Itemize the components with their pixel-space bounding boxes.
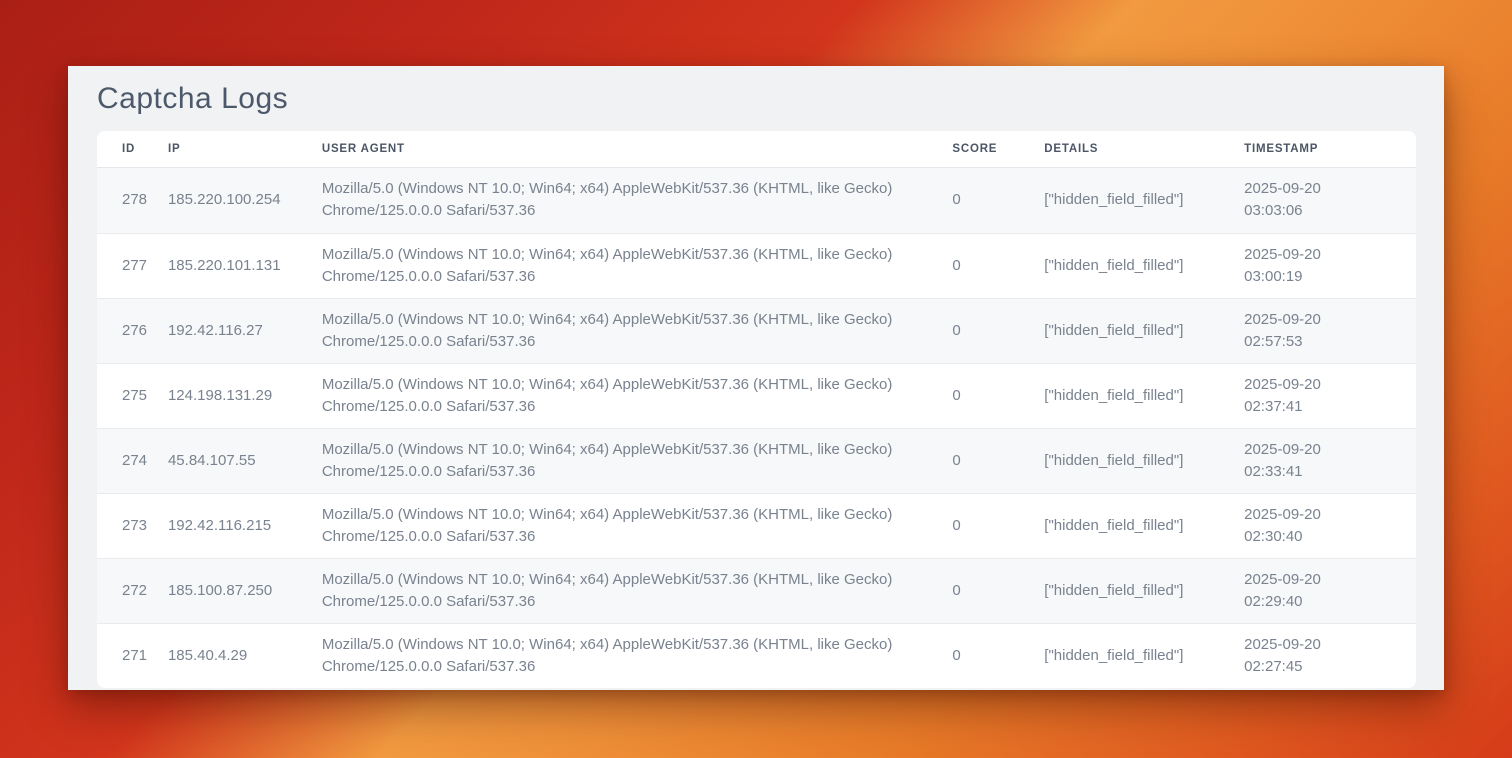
cell-timestamp: 2025-09-20 03:03:06 (1244, 178, 1416, 222)
cell-timestamp: 2025-09-20 03:00:19 (1244, 244, 1416, 288)
cell-timestamp: 2025-09-20 02:30:40 (1244, 504, 1416, 548)
table-row: 273 192.42.116.215 Mozilla/5.0 (Windows … (97, 493, 1416, 558)
captcha-logs-table: ID IP USER AGENT SCORE DETAILS TIMESTAMP… (97, 131, 1416, 688)
cell-ip: 192.42.116.27 (168, 320, 322, 342)
cell-score: 0 (952, 645, 1044, 667)
cell-id: 273 (97, 515, 168, 537)
cell-details: ["hidden_field_filled"] (1044, 189, 1244, 211)
page-title: Captcha Logs (97, 80, 1416, 118)
cell-score: 0 (952, 515, 1044, 537)
cell-id: 275 (97, 385, 168, 407)
cell-ip: 185.40.4.29 (168, 645, 322, 667)
header-cell-ip: IP (168, 143, 322, 155)
captcha-logs-card: Captcha Logs ID IP USER AGENT SCORE DETA… (68, 66, 1444, 690)
cell-score: 0 (952, 450, 1044, 472)
cell-user-agent: Mozilla/5.0 (Windows NT 10.0; Win64; x64… (322, 374, 953, 418)
cell-user-agent: Mozilla/5.0 (Windows NT 10.0; Win64; x64… (322, 309, 953, 353)
table-row: 277 185.220.101.131 Mozilla/5.0 (Windows… (97, 233, 1416, 298)
cell-timestamp: 2025-09-20 02:33:41 (1244, 439, 1416, 483)
page-background: { "page": { "title": "Captcha Logs" }, "… (0, 0, 1512, 758)
cell-details: ["hidden_field_filled"] (1044, 515, 1244, 537)
cell-timestamp: 2025-09-20 02:29:40 (1244, 569, 1416, 613)
cell-user-agent: Mozilla/5.0 (Windows NT 10.0; Win64; x64… (322, 504, 953, 548)
cell-id: 277 (97, 255, 168, 277)
cell-ip: 124.198.131.29 (168, 385, 322, 407)
cell-score: 0 (952, 255, 1044, 277)
cell-user-agent: Mozilla/5.0 (Windows NT 10.0; Win64; x64… (322, 634, 953, 678)
cell-timestamp: 2025-09-20 02:27:45 (1244, 634, 1416, 678)
cell-ip: 192.42.116.215 (168, 515, 322, 537)
cell-id: 271 (97, 645, 168, 667)
table-body: 278 185.220.100.254 Mozilla/5.0 (Windows… (97, 168, 1416, 688)
cell-id: 276 (97, 320, 168, 342)
cell-details: ["hidden_field_filled"] (1044, 385, 1244, 407)
header-cell-details: DETAILS (1044, 143, 1244, 155)
cell-score: 0 (952, 580, 1044, 602)
cell-details: ["hidden_field_filled"] (1044, 645, 1244, 667)
table-row: 272 185.100.87.250 Mozilla/5.0 (Windows … (97, 558, 1416, 623)
cell-timestamp: 2025-09-20 02:37:41 (1244, 374, 1416, 418)
header-cell-id: ID (97, 143, 168, 155)
cell-details: ["hidden_field_filled"] (1044, 450, 1244, 472)
table-row: 275 124.198.131.29 Mozilla/5.0 (Windows … (97, 363, 1416, 428)
cell-details: ["hidden_field_filled"] (1044, 580, 1244, 602)
header-cell-score: SCORE (952, 143, 1044, 155)
table-row: 276 192.42.116.27 Mozilla/5.0 (Windows N… (97, 298, 1416, 363)
cell-score: 0 (952, 189, 1044, 211)
table-row: 278 185.220.100.254 Mozilla/5.0 (Windows… (97, 168, 1416, 233)
cell-details: ["hidden_field_filled"] (1044, 320, 1244, 342)
table-row: 274 45.84.107.55 Mozilla/5.0 (Windows NT… (97, 428, 1416, 493)
cell-user-agent: Mozilla/5.0 (Windows NT 10.0; Win64; x64… (322, 244, 953, 288)
cell-user-agent: Mozilla/5.0 (Windows NT 10.0; Win64; x64… (322, 439, 953, 483)
header-cell-timestamp: TIMESTAMP (1244, 143, 1416, 155)
header-cell-user-agent: USER AGENT (322, 143, 953, 155)
cell-ip: 185.100.87.250 (168, 580, 322, 602)
cell-user-agent: Mozilla/5.0 (Windows NT 10.0; Win64; x64… (322, 178, 953, 222)
cell-id: 278 (97, 189, 168, 211)
cell-details: ["hidden_field_filled"] (1044, 255, 1244, 277)
cell-score: 0 (952, 320, 1044, 342)
cell-score: 0 (952, 385, 1044, 407)
table-header-row: ID IP USER AGENT SCORE DETAILS TIMESTAMP (97, 131, 1416, 168)
cell-ip: 185.220.100.254 (168, 189, 322, 211)
cell-timestamp: 2025-09-20 02:57:53 (1244, 309, 1416, 353)
cell-id: 272 (97, 580, 168, 602)
cell-id: 274 (97, 450, 168, 472)
table-row: 271 185.40.4.29 Mozilla/5.0 (Windows NT … (97, 623, 1416, 688)
cell-ip: 45.84.107.55 (168, 450, 322, 472)
cell-user-agent: Mozilla/5.0 (Windows NT 10.0; Win64; x64… (322, 569, 953, 613)
cell-ip: 185.220.101.131 (168, 255, 322, 277)
